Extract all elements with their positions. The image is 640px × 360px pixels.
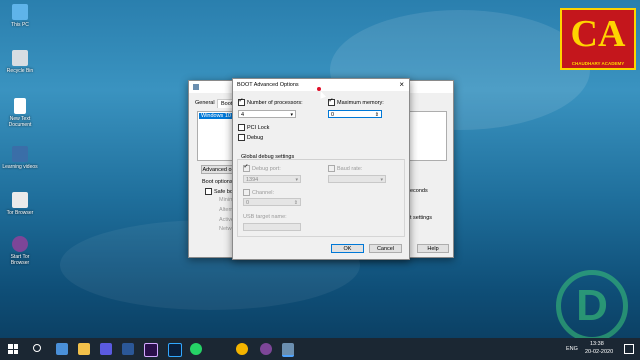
- max-memory-checkbox[interactable]: Maximum memory:: [328, 97, 384, 106]
- premiere-icon[interactable]: [144, 343, 158, 357]
- num-processors-checkbox[interactable]: Number of processors:: [238, 97, 303, 106]
- watermark-logo: D: [556, 270, 628, 342]
- tor-icon: [12, 192, 28, 208]
- checkbox-checked-icon: [328, 97, 335, 106]
- text-document-icon: [14, 98, 26, 114]
- timeout-suffix: econds: [410, 188, 428, 194]
- desktop-icon-start-tor-browser[interactable]: Start Tor Browser: [2, 236, 38, 266]
- desktop-icon-label: New Text Document: [8, 116, 32, 128]
- usb-target-label: USB target name:: [243, 214, 287, 220]
- chrome-icon[interactable]: [236, 343, 248, 355]
- checkbox-icon: [238, 124, 245, 131]
- recycle-bin-icon: [12, 50, 28, 66]
- dialog-title: BOOT Advanced Options: [237, 82, 299, 88]
- file-explorer-icon[interactable]: [78, 343, 90, 355]
- word-icon[interactable]: [122, 343, 134, 355]
- tor-onion-icon: [12, 236, 28, 252]
- debug-checkbox[interactable]: Debug: [238, 134, 263, 141]
- desktop-icon-label: This PC: [11, 22, 29, 28]
- chevron-down-icon: ▾: [380, 177, 383, 183]
- checkbox-checked-icon: [243, 163, 250, 172]
- app-icon[interactable]: [100, 343, 112, 355]
- baud-rate-select[interactable]: ▾: [328, 175, 386, 183]
- logo-subtitle: CHAUDHARY ACADEMY: [571, 61, 625, 66]
- baud-rate-checkbox[interactable]: Baud rate:: [328, 165, 362, 172]
- desktop-icon-label: Start Tor Browser: [10, 254, 30, 266]
- desktop-icon-tor-browser[interactable]: Tor Browser: [2, 192, 38, 216]
- desktop-icon-label: Recycle Bin: [6, 68, 34, 74]
- tor-taskbar-icon[interactable]: [260, 343, 272, 355]
- desktop-icon-label: Tor Browser: [6, 210, 34, 216]
- spinner-icon[interactable]: ⇕: [375, 111, 379, 119]
- checkbox-icon: [328, 165, 335, 172]
- checkbox-icon: [205, 188, 212, 195]
- channel-logo: CA CHAUDHARY ACADEMY: [560, 8, 636, 70]
- computer-icon: [12, 4, 28, 20]
- checkbox-icon: [238, 134, 245, 141]
- checkbox-checked-icon: [238, 97, 245, 106]
- store-icon[interactable]: [56, 343, 68, 355]
- desktop-icon-label: Learning videos: [2, 164, 38, 170]
- photoshop-icon[interactable]: [168, 343, 182, 357]
- notification-icon[interactable]: [624, 344, 634, 354]
- mouse-cursor-icon: [317, 90, 327, 99]
- num-processors-select[interactable]: 4 ▾: [238, 110, 296, 118]
- channel-field[interactable]: 0 ⇕: [243, 198, 301, 206]
- dialog-titlebar: BOOT Advanced Options ×: [233, 79, 409, 91]
- debug-port-checkbox[interactable]: Debug port:: [243, 163, 281, 172]
- active-window-icon[interactable]: [282, 343, 294, 357]
- make-permanent-suffix: t settings: [410, 215, 433, 221]
- start-button[interactable]: [8, 344, 18, 354]
- tab-general[interactable]: General: [195, 100, 215, 106]
- cancel-button[interactable]: Cancel: [369, 244, 402, 253]
- desktop-icon-this-pc[interactable]: This PC: [2, 4, 38, 28]
- logo-letters: CA: [570, 13, 626, 55]
- chevron-down-icon: ▾: [290, 112, 293, 118]
- spinner-icon[interactable]: ⇕: [294, 199, 298, 207]
- help-button[interactable]: Help: [417, 244, 449, 253]
- pci-lock-checkbox[interactable]: PCI Lock: [238, 124, 269, 131]
- ok-button[interactable]: OK: [331, 244, 364, 253]
- window-app-icon: [193, 84, 199, 90]
- desktop-icon-recycle-bin[interactable]: Recycle Bin: [2, 50, 38, 74]
- usb-target-field[interactable]: [243, 223, 301, 231]
- debug-port-select[interactable]: 1394 ▾: [243, 175, 301, 183]
- language-indicator[interactable]: ENG: [566, 346, 578, 352]
- desktop-icon-learning-videos[interactable]: Learning videos: [2, 146, 38, 170]
- clock-date[interactable]: 20-02-2020: [585, 349, 613, 355]
- checkbox-icon: [243, 189, 250, 196]
- boot-advanced-options-dialog: BOOT Advanced Options × Number of proces…: [232, 78, 410, 260]
- clock-time[interactable]: 13:38: [590, 341, 604, 347]
- close-icon[interactable]: ×: [399, 80, 404, 89]
- video-folder-icon: [12, 146, 28, 162]
- search-icon[interactable]: [33, 344, 41, 352]
- channel-checkbox[interactable]: Channel:: [243, 189, 274, 196]
- boot-options-label: Boot options: [202, 179, 233, 185]
- advanced-options-button[interactable]: Advanced o: [201, 165, 233, 174]
- taskbar: ENG 13:38 20-02-2020: [0, 338, 640, 360]
- chevron-down-icon: ▾: [295, 177, 298, 183]
- desktop-icon-text-document[interactable]: New Text Document: [2, 98, 38, 128]
- whatsapp-icon[interactable]: [190, 343, 202, 355]
- max-memory-field[interactable]: 0 ⇕: [328, 110, 382, 118]
